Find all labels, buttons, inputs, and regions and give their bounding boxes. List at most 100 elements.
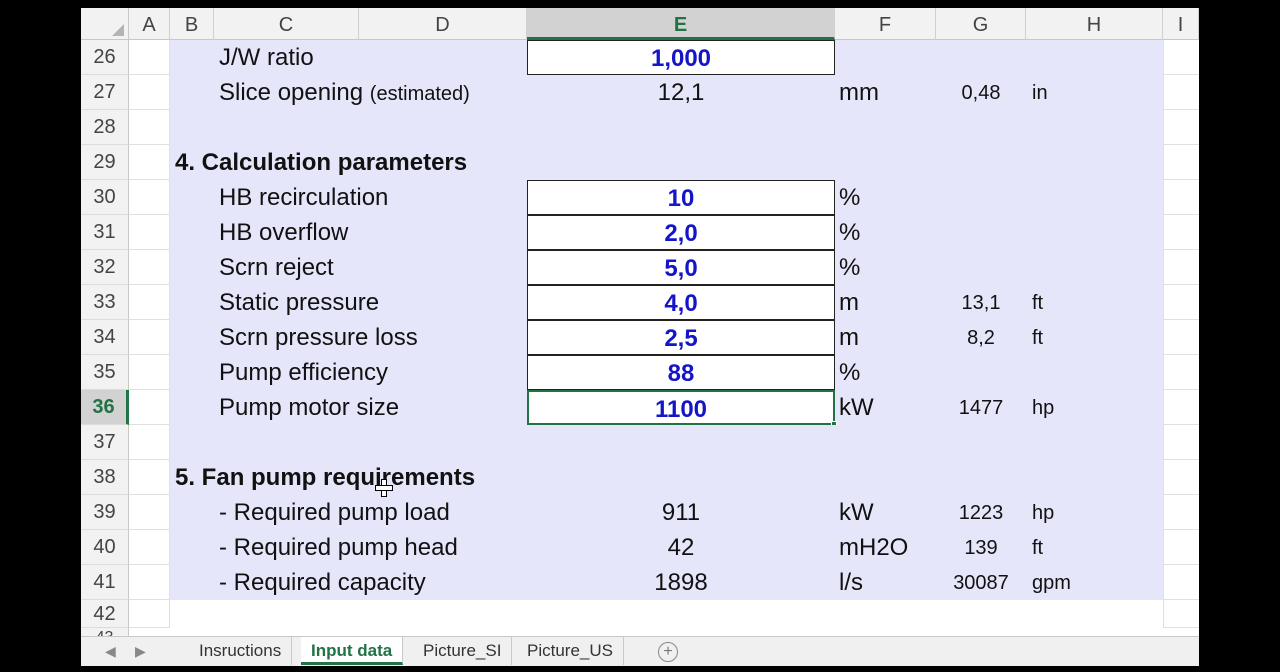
cell-a[interactable]: [129, 285, 170, 320]
input-cell[interactable]: 2,5: [527, 320, 835, 355]
cell-i[interactable]: [1163, 495, 1199, 530]
us-value[interactable]: 1477: [936, 390, 1026, 425]
us-value[interactable]: 0,48: [936, 75, 1026, 110]
row-header[interactable]: 37: [81, 425, 129, 460]
input-cell[interactable]: 88: [527, 355, 835, 390]
cell-i[interactable]: [1163, 460, 1199, 495]
cell-i[interactable]: [1163, 40, 1199, 75]
row-header[interactable]: 42: [81, 600, 129, 628]
us-value[interactable]: 13,1: [936, 285, 1026, 320]
cell-a[interactable]: [129, 75, 170, 110]
row-header[interactable]: 39: [81, 495, 129, 530]
sheet-row: 31 HB overflow 2,0 %: [81, 215, 1199, 250]
cell-a[interactable]: [129, 425, 170, 460]
cell-a[interactable]: [129, 600, 170, 628]
cell-i[interactable]: [1163, 215, 1199, 250]
column-header-h[interactable]: H: [1026, 8, 1163, 40]
row-header[interactable]: 30: [81, 180, 129, 215]
cell-a[interactable]: [129, 180, 170, 215]
input-cell[interactable]: 1,000: [527, 40, 835, 75]
us-value[interactable]: 139: [936, 530, 1026, 565]
row-header[interactable]: 28: [81, 110, 129, 145]
add-sheet-icon[interactable]: +: [658, 642, 678, 662]
row-header[interactable]: 32: [81, 250, 129, 285]
row-header[interactable]: 29: [81, 145, 129, 180]
us-unit: gpm: [1032, 572, 1071, 594]
tab-picture-us[interactable]: Picture_US: [517, 637, 624, 665]
input-cell[interactable]: 5,0: [527, 250, 835, 285]
row-header[interactable]: 26: [81, 40, 129, 75]
cell-a[interactable]: [129, 40, 170, 75]
cell-a[interactable]: [129, 215, 170, 250]
computed-value[interactable]: 911: [528, 495, 834, 530]
row-header[interactable]: 43: [81, 628, 129, 636]
cell-a[interactable]: [129, 460, 170, 495]
row-header[interactable]: 41: [81, 565, 129, 600]
cell-i[interactable]: [1163, 600, 1199, 628]
param-label: J/W ratio: [219, 44, 314, 71]
cell-i[interactable]: [1163, 425, 1199, 460]
tab-scroll-right-icon[interactable]: ▶: [135, 643, 146, 660]
cell-i[interactable]: [1163, 180, 1199, 215]
us-value[interactable]: 1223: [936, 495, 1026, 530]
row-header[interactable]: 40: [81, 530, 129, 565]
cell-a[interactable]: [129, 495, 170, 530]
cell-i[interactable]: [1163, 320, 1199, 355]
computed-value[interactable]: 12,1: [528, 75, 834, 110]
column-header-a[interactable]: A: [129, 8, 170, 40]
tab-input-data[interactable]: Input data: [301, 637, 404, 665]
tab-picture-si[interactable]: Picture_SI: [413, 637, 513, 665]
param-label: Scrn reject: [219, 254, 334, 281]
row-header-active[interactable]: 36: [81, 390, 129, 425]
column-header-b[interactable]: B: [170, 8, 214, 40]
cell-i[interactable]: [1163, 75, 1199, 110]
cell-i[interactable]: [1163, 145, 1199, 180]
cell-i[interactable]: [1163, 285, 1199, 320]
computed-value[interactable]: 42: [528, 530, 834, 565]
select-all-corner[interactable]: [81, 8, 129, 40]
cell-a[interactable]: [129, 320, 170, 355]
us-value[interactable]: 30087: [936, 565, 1026, 600]
cell-i[interactable]: [1163, 250, 1199, 285]
row-header[interactable]: 31: [81, 215, 129, 250]
row-header[interactable]: 35: [81, 355, 129, 390]
cell-a[interactable]: [129, 390, 170, 425]
sheet-row: 43: [81, 628, 1199, 636]
cell-a[interactable]: [129, 565, 170, 600]
cell-a[interactable]: [129, 355, 170, 390]
active-input-cell[interactable]: 1100: [527, 390, 837, 427]
us-value[interactable]: 8,2: [936, 320, 1026, 355]
cell-i[interactable]: [1163, 390, 1199, 425]
cell-a[interactable]: [129, 530, 170, 565]
row-header[interactable]: 27: [81, 75, 129, 110]
computed-value[interactable]: 1898: [528, 565, 834, 600]
column-header-g[interactable]: G: [936, 8, 1026, 40]
result-label: - Required pump load: [219, 499, 450, 526]
cell-a[interactable]: [129, 110, 170, 145]
input-cell[interactable]: 4,0: [527, 285, 835, 320]
cell-i[interactable]: [1163, 110, 1199, 145]
row-header[interactable]: 33: [81, 285, 129, 320]
column-header-f[interactable]: F: [835, 8, 936, 40]
row-header[interactable]: 34: [81, 320, 129, 355]
input-cell[interactable]: 10: [527, 180, 835, 215]
column-header-e[interactable]: E: [527, 8, 835, 40]
tab-scroll-left-icon[interactable]: ◀: [105, 643, 116, 660]
sheet-row: 40 - Required pump head 42 mH2O 139 ft: [81, 530, 1199, 565]
input-cell[interactable]: 2,0: [527, 215, 835, 250]
row-header[interactable]: 38: [81, 460, 129, 495]
param-label-text: Slice opening: [219, 79, 364, 106]
cell-a[interactable]: [129, 250, 170, 285]
cell-a[interactable]: [129, 145, 170, 180]
cell-i[interactable]: [1163, 355, 1199, 390]
column-header-d[interactable]: D: [359, 8, 527, 40]
cell-select-cursor-icon: [375, 479, 393, 497]
cell-i[interactable]: [1163, 565, 1199, 600]
sheet-row-active: 36 Pump motor size 1100 kW 1477 hp: [81, 390, 1199, 427]
si-unit: mH2O: [839, 534, 909, 561]
column-header-i[interactable]: I: [1163, 8, 1199, 40]
cell-i[interactable]: [1163, 530, 1199, 565]
column-header-c[interactable]: C: [214, 8, 359, 40]
spreadsheet-grid[interactable]: A B C D E F G H I 26 J/W ratio 1,000 27 …: [81, 8, 1199, 636]
tab-insructions[interactable]: Insructions: [189, 637, 293, 665]
